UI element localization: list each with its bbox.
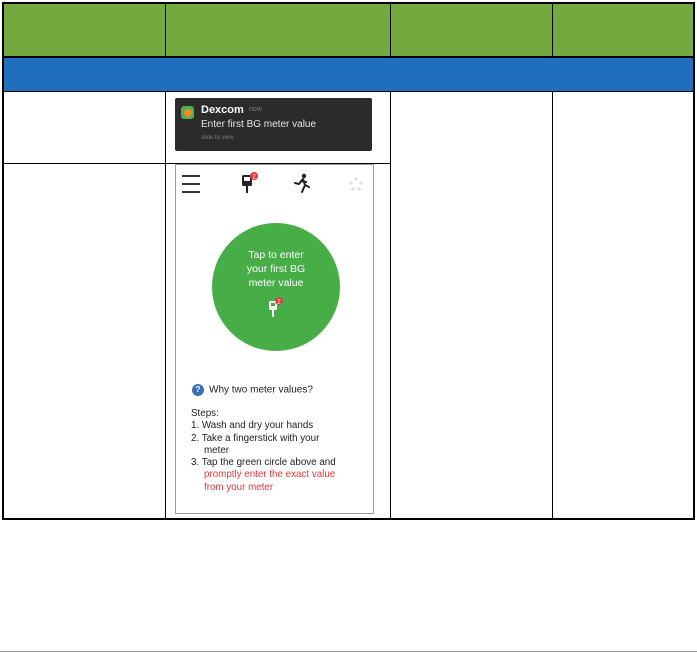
phone-screen: 2 Tap to enter your first BG meter value… <box>175 164 374 514</box>
table-header-cell-3 <box>391 4 553 56</box>
steps-title: Steps: <box>191 408 219 419</box>
dexcom-app-icon <box>181 106 194 119</box>
why-two-values-label: Why two meter values? <box>209 384 313 396</box>
dexcom-notification-banner[interactable]: Dexcom now Enter first BG meter value sl… <box>175 98 372 151</box>
circle-label: Tap to enter your first BG meter value <box>246 249 306 289</box>
loading-dots-icon <box>347 176 365 199</box>
notification-message: Enter first BG meter value <box>201 119 317 130</box>
enter-bg-value-button[interactable]: Tap to enter your first BG meter value 2 <box>212 223 340 351</box>
meter-small-icon: 2 <box>268 297 284 324</box>
steps-instructions: Steps: 1. Wash and dry your hands 2. Tak… <box>191 408 373 494</box>
table-header-cell-1 <box>4 4 166 56</box>
footer-divider <box>0 651 697 652</box>
blood-meter-icon[interactable]: 2 <box>241 172 259 199</box>
page: Dexcom now Enter first BG meter value sl… <box>0 0 697 653</box>
question-icon: ? <box>192 384 204 396</box>
table-column-divider <box>390 92 391 518</box>
step-1: 1. Wash and dry your hands <box>191 420 314 432</box>
table-column-divider <box>165 92 166 518</box>
notification-app-name: Dexcom <box>201 104 244 116</box>
menu-icon[interactable] <box>182 175 200 195</box>
step-2-continued: meter <box>204 444 230 456</box>
exercise-runner-icon[interactable] <box>293 173 311 198</box>
table-header-cell-4 <box>553 4 693 56</box>
step-3-warning: promptly enter the exact value <box>204 469 336 481</box>
why-two-values-link[interactable]: ? Why two meter values? <box>192 384 313 396</box>
table-column-divider <box>552 92 553 518</box>
step-3-warning-continued: from your meter <box>204 481 274 493</box>
table-header-cell-2 <box>166 4 391 56</box>
table-section-row <box>4 58 693 92</box>
table-header-row <box>4 4 693 58</box>
step-3: 3. Tap the green circle above and <box>191 457 336 469</box>
notification-time: now <box>249 106 262 113</box>
notification-subtext: slide to view <box>201 135 234 141</box>
step-2: 2. Take a fingerstick with your <box>191 432 320 444</box>
